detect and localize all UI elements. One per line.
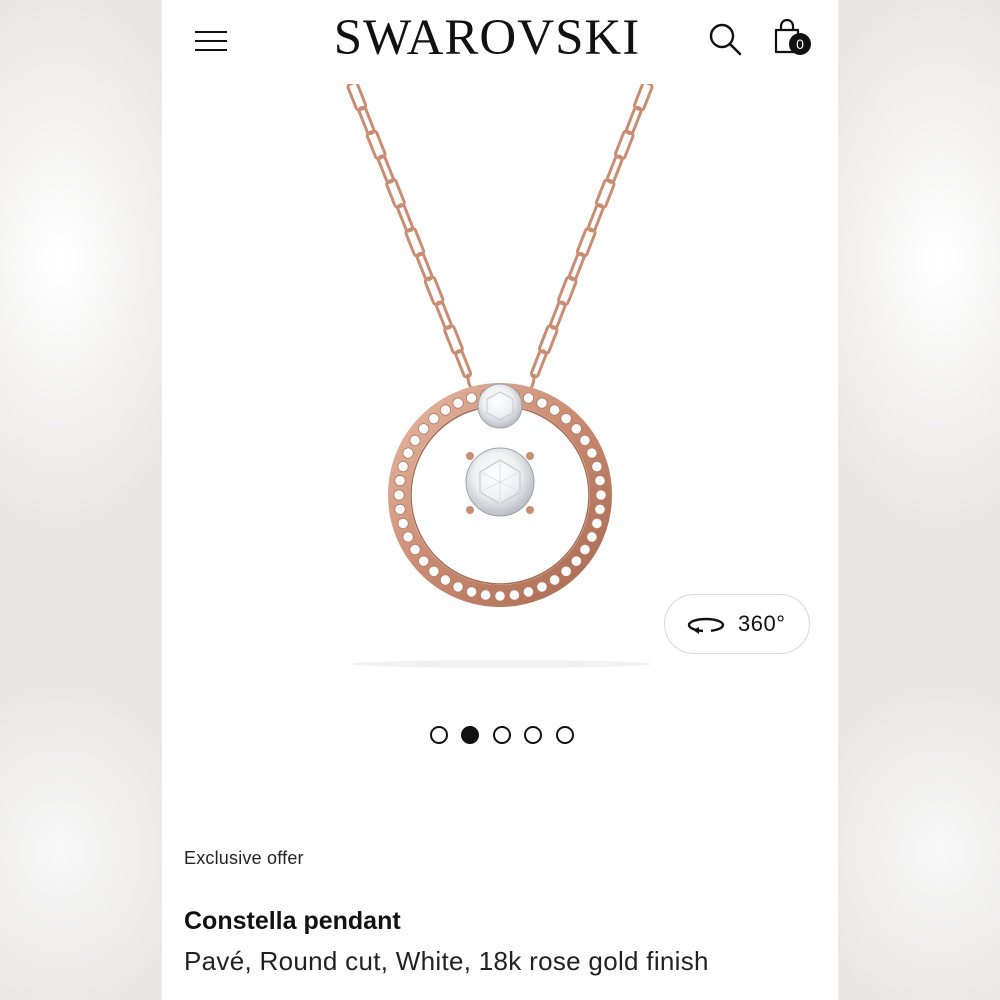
pave-stone <box>494 590 506 602</box>
pave-stone <box>428 565 440 577</box>
pave-stone <box>409 434 421 446</box>
view-360-label: 360° <box>738 611 786 636</box>
hamburger-menu-icon[interactable] <box>195 28 229 54</box>
pave-stone <box>397 517 409 530</box>
center-crystal <box>465 447 535 517</box>
product-description: Pavé, Round cut, White, 18k rose gold fi… <box>184 946 709 976</box>
pave-stone <box>536 397 548 409</box>
pave-stone <box>522 392 535 404</box>
mobile-product-page: SWAROVSKI 0 360° Exclusive offer Constel… <box>162 0 838 1000</box>
exclusive-offer-label: Exclusive offer <box>184 848 304 868</box>
pave-stone <box>594 503 606 515</box>
carousel-pagination <box>424 726 584 746</box>
chain-left <box>346 80 473 379</box>
view-360-button[interactable]: 360° <box>664 594 810 654</box>
rotate-360-icon <box>687 617 725 635</box>
pave-stone <box>579 544 591 556</box>
pave-stone <box>586 531 598 543</box>
pave-stone <box>480 589 492 601</box>
top-crystal <box>477 383 523 429</box>
pave-stone <box>465 586 478 598</box>
pave-stone <box>409 544 421 556</box>
pave-stone <box>452 581 464 593</box>
shopping-bag-icon[interactable]: 0 <box>772 16 820 62</box>
pave-stone <box>428 413 440 425</box>
pave-stone <box>595 489 607 501</box>
pave-stone <box>594 475 606 487</box>
pave-stone <box>570 555 582 567</box>
carousel-dot-5[interactable] <box>556 726 574 744</box>
pave-stone <box>465 392 478 404</box>
image-shadow <box>352 660 652 668</box>
carousel-dot-2[interactable] <box>461 726 479 744</box>
product-title: Constella pendant <box>184 907 401 935</box>
site-header: SWAROVSKI 0 <box>162 0 838 84</box>
pave-stone <box>394 503 406 515</box>
pave-stone <box>549 404 561 416</box>
pave-stone <box>418 555 430 567</box>
pave-stone <box>560 565 572 577</box>
search-icon[interactable] <box>706 20 746 60</box>
pave-stone <box>591 517 603 530</box>
pave-stone <box>402 447 414 459</box>
cart-count-badge: 0 <box>789 33 811 55</box>
pave-stone <box>394 475 406 487</box>
pave-stone <box>393 489 405 501</box>
pave-stone <box>579 434 591 446</box>
pave-stone <box>560 413 572 425</box>
pave-stone <box>508 589 520 601</box>
carousel-dot-4[interactable] <box>524 726 542 744</box>
pave-stone <box>591 460 603 473</box>
chain-right <box>529 80 654 379</box>
pave-stone <box>439 404 451 416</box>
pave-stone <box>586 447 598 459</box>
pave-stone <box>536 581 548 593</box>
pave-stone <box>549 574 561 586</box>
pave-stone <box>439 574 451 586</box>
pave-stone <box>522 586 535 598</box>
pave-stone <box>397 460 409 473</box>
pave-stone <box>402 531 414 543</box>
brand-logo[interactable]: SWAROVSKI <box>324 6 650 70</box>
pave-stone <box>418 423 430 435</box>
pave-stone <box>452 397 464 409</box>
carousel-dot-1[interactable] <box>430 726 448 744</box>
carousel-dot-3[interactable] <box>493 726 511 744</box>
pave-stone <box>570 423 582 435</box>
